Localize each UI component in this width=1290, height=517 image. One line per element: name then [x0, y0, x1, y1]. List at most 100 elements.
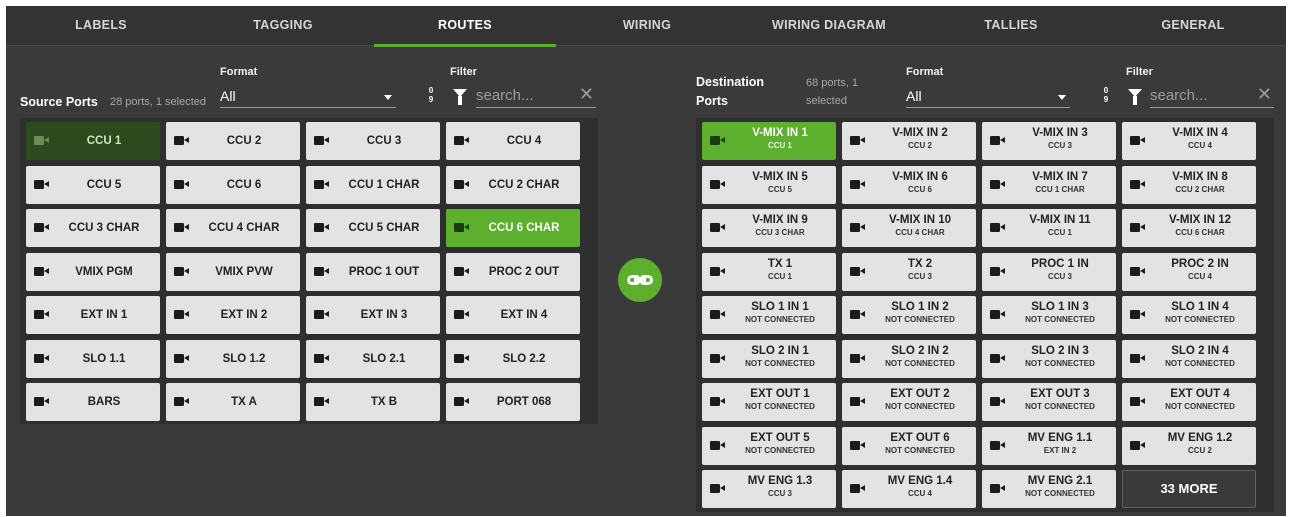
- destination-port-tile[interactable]: EXT OUT 1 NOT CONNECTED: [702, 383, 836, 421]
- close-icon[interactable]: ✕: [1257, 85, 1272, 103]
- camera-icon: [710, 179, 725, 189]
- destination-port-tile[interactable]: V-MIX IN 9 CCU 3 CHAR: [702, 209, 836, 247]
- destination-port-tile[interactable]: TX 1 CCU 1: [702, 252, 836, 291]
- destination-port-tile[interactable]: PROC 1 IN CCU 3: [982, 252, 1116, 291]
- destination-port-tile[interactable]: MV ENG 1.4 CCU 4: [842, 470, 976, 508]
- destination-port-tile[interactable]: EXT OUT 5 NOT CONNECTED: [702, 426, 836, 465]
- destination-search-input[interactable]: [1150, 84, 1274, 106]
- destination-port-tile[interactable]: MV ENG 1.1 EXT IN 2: [982, 426, 1116, 465]
- filter-icon[interactable]: [1128, 89, 1142, 105]
- sort-numeric-icon[interactable]: 09: [424, 86, 438, 104]
- destination-port-tile[interactable]: SLO 1 IN 1 NOT CONNECTED: [702, 296, 836, 334]
- destination-port-tile[interactable]: V-MIX IN 10 CCU 4 CHAR: [842, 209, 976, 247]
- destination-search-field[interactable]: ✕: [1150, 84, 1274, 108]
- source-port-tile[interactable]: CCU 4 CHAR: [166, 209, 300, 247]
- source-format-select[interactable]: All: [220, 86, 396, 108]
- camera-icon: [990, 484, 1005, 493]
- filter-icon[interactable]: [453, 89, 467, 105]
- tab-wiring-diagram[interactable]: WIRING DIAGRAM: [738, 6, 920, 46]
- sort-numeric-icon[interactable]: 09: [1099, 86, 1113, 104]
- destination-port-tile[interactable]: V-MIX IN 4 CCU 4: [1122, 122, 1256, 160]
- destination-port-name: V-MIX IN 10: [889, 214, 951, 226]
- source-port-tile[interactable]: TX B: [306, 383, 440, 421]
- source-port-tile[interactable]: PROC 2 OUT: [446, 252, 580, 291]
- destination-port-tile[interactable]: MV ENG 2.1 NOT CONNECTED: [982, 470, 1116, 508]
- destination-port-tile[interactable]: PROC 2 IN CCU 4: [1122, 252, 1256, 291]
- source-port-tile[interactable]: CCU 5: [26, 165, 160, 204]
- tab-wiring[interactable]: WIRING: [556, 6, 738, 46]
- close-icon[interactable]: ✕: [579, 85, 594, 103]
- destination-port-tile[interactable]: EXT OUT 6 NOT CONNECTED: [842, 426, 976, 465]
- tab-general[interactable]: GENERAL: [1102, 6, 1284, 46]
- more-ports-button[interactable]: 33 MORE: [1122, 470, 1256, 508]
- destination-port-tile[interactable]: V-MIX IN 8 CCU 2 CHAR: [1122, 165, 1256, 204]
- destination-port-tile[interactable]: V-MIX IN 11 CCU 1: [982, 209, 1116, 247]
- destination-port-tile[interactable]: MV ENG 1.3 CCU 3: [702, 470, 836, 508]
- destination-port-name: SLO 1 IN 2: [891, 301, 949, 313]
- destination-port-tile[interactable]: TX 2 CCU 3: [842, 252, 976, 291]
- camera-icon: [850, 223, 865, 232]
- source-port-tile[interactable]: CCU 5 CHAR: [306, 209, 440, 247]
- tab-labels[interactable]: LABELS: [10, 6, 192, 46]
- source-port-tile[interactable]: CCU 3 CHAR: [26, 209, 160, 247]
- source-search-field[interactable]: ✕: [476, 84, 596, 108]
- destination-port-name: TX 2: [907, 257, 933, 270]
- source-port-tile[interactable]: CCU 3: [306, 122, 440, 160]
- destination-format-select[interactable]: All: [906, 86, 1070, 108]
- camera-icon: [850, 266, 865, 276]
- destination-port-tile[interactable]: SLO 2 IN 2 NOT CONNECTED: [842, 339, 976, 378]
- source-port-tile[interactable]: SLO 2.2: [446, 339, 580, 378]
- source-port-tile[interactable]: BARS: [26, 383, 160, 421]
- destination-port-tile[interactable]: SLO 2 IN 4 NOT CONNECTED: [1122, 339, 1256, 378]
- destination-port-tile[interactable]: EXT OUT 3 NOT CONNECTED: [982, 383, 1116, 421]
- source-port-tile[interactable]: VMIX PVW: [166, 252, 300, 291]
- source-port-tile[interactable]: EXT IN 2: [166, 296, 300, 334]
- destination-port-source: NOT CONNECTED: [885, 315, 955, 324]
- source-port-tile[interactable]: CCU 6: [166, 165, 300, 204]
- tab-tallies[interactable]: TALLIES: [920, 6, 1102, 46]
- source-port-tile[interactable]: CCU 2: [166, 122, 300, 160]
- destination-port-tile[interactable]: SLO 1 IN 4 NOT CONNECTED: [1122, 296, 1256, 334]
- destination-port-tile[interactable]: V-MIX IN 2 CCU 2: [842, 122, 976, 160]
- destination-filter-label: Filter: [1126, 66, 1153, 78]
- destination-port-tile[interactable]: V-MIX IN 3 CCU 3: [982, 122, 1116, 160]
- source-port-tile[interactable]: PORT 068: [446, 383, 580, 421]
- source-port-tile[interactable]: PROC 1 OUT: [306, 252, 440, 291]
- destination-port-tile[interactable]: SLO 2 IN 1 NOT CONNECTED: [702, 339, 836, 378]
- destination-port-tile[interactable]: V-MIX IN 1 CCU 1: [702, 122, 836, 160]
- source-port-tile[interactable]: CCU 6 CHAR: [446, 209, 580, 247]
- source-port-tile[interactable]: EXT IN 3: [306, 296, 440, 334]
- source-port-name: CCU 1 CHAR: [348, 178, 420, 191]
- source-port-tile[interactable]: SLO 2.1: [306, 339, 440, 378]
- link-route-button[interactable]: [618, 258, 662, 302]
- source-port-tile[interactable]: EXT IN 4: [446, 296, 580, 334]
- destination-port-tile[interactable]: SLO 2 IN 3 NOT CONNECTED: [982, 339, 1116, 378]
- destination-port-tile[interactable]: V-MIX IN 6 CCU 6: [842, 165, 976, 204]
- source-port-tile[interactable]: SLO 1.2: [166, 339, 300, 378]
- camera-icon: [314, 223, 329, 232]
- camera-icon: [314, 397, 329, 406]
- destination-port-tile[interactable]: V-MIX IN 7 CCU 1 CHAR: [982, 165, 1116, 204]
- source-port-tile[interactable]: CCU 1 CHAR: [306, 165, 440, 204]
- tab-routes[interactable]: ROUTES: [374, 6, 556, 47]
- destination-port-tile[interactable]: SLO 1 IN 3 NOT CONNECTED: [982, 296, 1116, 334]
- destination-port-tile[interactable]: SLO 1 IN 2 NOT CONNECTED: [842, 296, 976, 334]
- source-port-tile[interactable]: VMIX PGM: [26, 252, 160, 291]
- source-port-name: SLO 2.1: [362, 352, 406, 365]
- tab-tagging[interactable]: TAGGING: [192, 6, 374, 46]
- destination-port-source: CCU 6 CHAR: [1175, 228, 1225, 237]
- source-port-tile[interactable]: CCU 4: [446, 122, 580, 160]
- source-port-tile[interactable]: SLO 1.1: [26, 339, 160, 378]
- source-port-name: EXT IN 1: [80, 309, 128, 321]
- destination-port-tile[interactable]: V-MIX IN 5 CCU 5: [702, 165, 836, 204]
- destination-port-tile[interactable]: EXT OUT 2 NOT CONNECTED: [842, 383, 976, 421]
- source-port-tile[interactable]: CCU 2 CHAR: [446, 165, 580, 204]
- destination-port-tile[interactable]: EXT OUT 4 NOT CONNECTED: [1122, 383, 1256, 421]
- destination-port-name: SLO 2 IN 4: [1171, 344, 1229, 357]
- source-port-tile[interactable]: TX A: [166, 383, 300, 421]
- camera-icon: [850, 136, 865, 145]
- source-port-tile[interactable]: EXT IN 1: [26, 296, 160, 334]
- destination-port-tile[interactable]: V-MIX IN 12 CCU 6 CHAR: [1122, 209, 1256, 247]
- source-port-tile[interactable]: CCU 1: [26, 122, 160, 160]
- destination-port-tile[interactable]: MV ENG 1.2 CCU 2: [1122, 426, 1256, 465]
